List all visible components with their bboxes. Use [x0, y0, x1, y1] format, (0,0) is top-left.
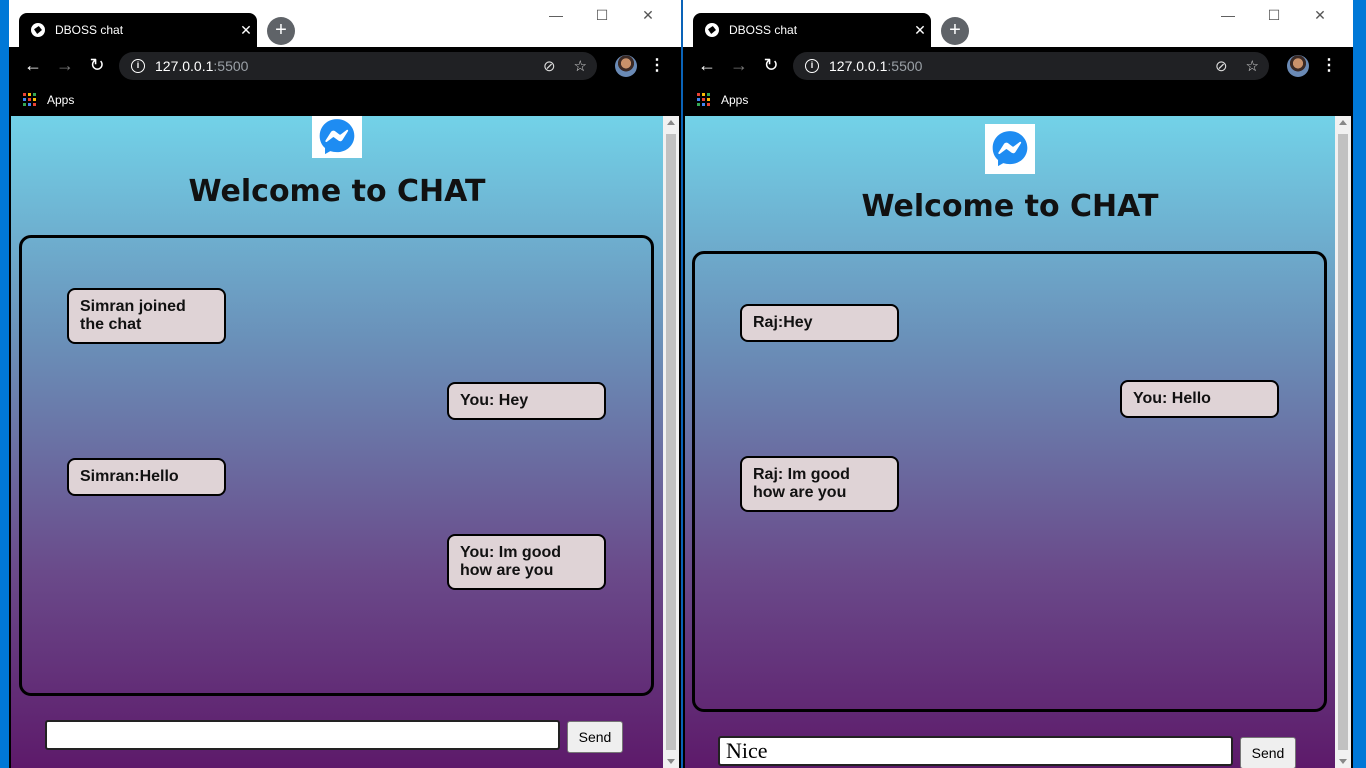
messenger-icon: [985, 124, 1035, 174]
chat-page: Welcome to CHAT Raj:Hey You: Hello Raj: …: [685, 116, 1335, 768]
message-left: Simran:Hello: [67, 458, 226, 496]
reload-button[interactable]: ↻: [81, 55, 113, 76]
browser-toolbar: ← → ↻ i 127.0.0.1:5500 ⊘ ☆ ⋮: [683, 47, 1353, 83]
message-left: Simran joined the chat: [67, 288, 226, 344]
close-window-button[interactable]: ✕: [625, 6, 671, 26]
scroll-up-icon[interactable]: [667, 120, 675, 125]
maximize-button[interactable]: ☐: [1251, 6, 1297, 26]
scrollbar-thumb[interactable]: [1338, 134, 1348, 750]
profile-avatar[interactable]: [1287, 55, 1309, 77]
new-tab-button[interactable]: +: [267, 17, 295, 45]
page-title: Welcome to CHAT: [861, 189, 1159, 224]
message-left: Raj:Hey: [740, 304, 899, 342]
chat-container: Simran joined the chat You: Hey Simran:H…: [19, 235, 654, 696]
star-icon[interactable]: ☆: [574, 57, 587, 75]
browser-window-left: DBOSS chat ✕ + — ☐ ✕ ← → ↻ i 127.0.0.1:5…: [9, 0, 681, 768]
globe-icon: [705, 23, 719, 37]
send-button[interactable]: Send: [1240, 737, 1296, 768]
close-icon[interactable]: ✕: [235, 22, 257, 39]
address-bar[interactable]: i 127.0.0.1:5500 ⊘ ☆: [119, 52, 597, 80]
globe-icon: [31, 23, 45, 37]
more-vertical-icon[interactable]: ⋮: [649, 55, 665, 75]
back-button[interactable]: ←: [691, 55, 723, 76]
close-icon[interactable]: ✕: [909, 22, 931, 39]
scrollbar-thumb[interactable]: [666, 134, 676, 750]
back-button[interactable]: ←: [17, 55, 49, 76]
scroll-down-icon[interactable]: [667, 759, 675, 764]
apps-grid-icon[interactable]: [23, 92, 37, 107]
tab-title: DBOSS chat: [729, 23, 798, 37]
tab-title: DBOSS chat: [55, 23, 124, 37]
scroll-up-icon[interactable]: [1339, 120, 1347, 125]
url-port: :5500: [887, 58, 923, 74]
title-bar: DBOSS chat ✕ + — ☐ ✕: [9, 0, 681, 47]
chat-page: Welcome to CHAT Simran joined the chat Y…: [11, 116, 663, 768]
message-left: Raj: Im good how are you: [740, 456, 899, 512]
browser-tab[interactable]: DBOSS chat ✕: [19, 13, 257, 47]
maximize-button[interactable]: ☐: [579, 6, 625, 26]
apps-bookmark[interactable]: Apps: [721, 93, 748, 107]
profile-avatar[interactable]: [615, 55, 637, 77]
new-tab-button[interactable]: +: [941, 17, 969, 45]
address-bar[interactable]: i 127.0.0.1:5500 ⊘ ☆: [793, 52, 1269, 80]
page-title: Welcome to CHAT: [188, 174, 486, 209]
scroll-down-icon[interactable]: [1339, 759, 1347, 764]
minimize-button[interactable]: —: [1205, 6, 1251, 26]
apps-bookmark[interactable]: Apps: [47, 93, 74, 107]
message-right: You: Im good how are you: [447, 534, 606, 590]
message-right: You: Hey: [447, 382, 606, 420]
more-vertical-icon[interactable]: ⋮: [1321, 55, 1337, 75]
title-bar: DBOSS chat ✕ + — ☐ ✕: [683, 0, 1353, 47]
info-icon[interactable]: i: [805, 59, 819, 73]
chat-container: Raj:Hey You: Hello Raj: Im good how are …: [692, 251, 1327, 712]
star-icon[interactable]: ☆: [1246, 57, 1259, 75]
eye-off-icon[interactable]: ⊘: [543, 57, 556, 75]
message-input[interactable]: [45, 720, 560, 750]
scrollbar[interactable]: [1335, 116, 1351, 768]
minimize-button[interactable]: —: [533, 6, 579, 26]
reload-button[interactable]: ↻: [755, 55, 787, 76]
apps-grid-icon[interactable]: [697, 92, 711, 107]
send-button[interactable]: Send: [567, 721, 623, 753]
close-window-button[interactable]: ✕: [1297, 6, 1343, 26]
forward-button[interactable]: →: [49, 55, 81, 76]
message-input[interactable]: Nice: [718, 736, 1233, 766]
message-right: You: Hello: [1120, 380, 1279, 418]
bookmarks-bar: Apps: [683, 83, 1353, 116]
browser-toolbar: ← → ↻ i 127.0.0.1:5500 ⊘ ☆ ⋮: [9, 47, 681, 83]
url-host: 127.0.0.1: [829, 58, 888, 74]
browser-window-right: DBOSS chat ✕ + — ☐ ✕ ← → ↻ i 127.0.0.1:5…: [683, 0, 1353, 768]
messenger-icon: [312, 116, 362, 158]
info-icon[interactable]: i: [131, 59, 145, 73]
eye-off-icon[interactable]: ⊘: [1215, 57, 1228, 75]
bookmarks-bar: Apps: [9, 83, 681, 116]
browser-tab[interactable]: DBOSS chat ✕: [693, 13, 931, 47]
window-controls: — ☐ ✕: [533, 6, 671, 26]
window-controls: — ☐ ✕: [1205, 6, 1343, 26]
forward-button[interactable]: →: [723, 55, 755, 76]
scrollbar[interactable]: [663, 116, 679, 768]
url-port: :5500: [213, 58, 249, 74]
url-host: 127.0.0.1: [155, 58, 214, 74]
